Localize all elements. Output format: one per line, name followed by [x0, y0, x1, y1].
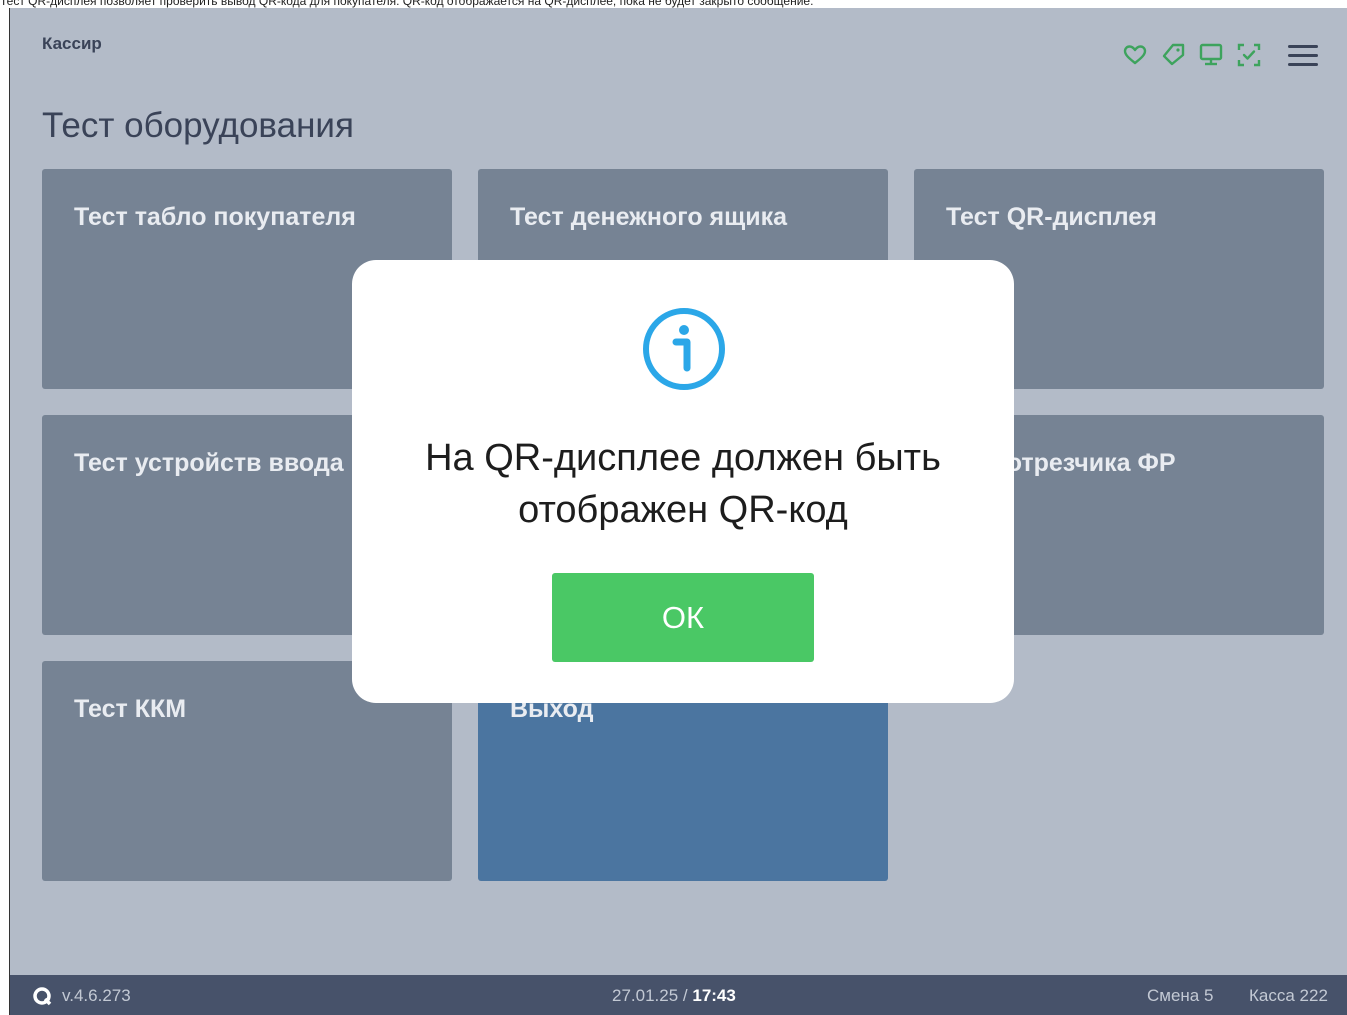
- info-dialog: На QR-дисплее должен быть отображен QR-к…: [352, 260, 1014, 703]
- scan-icon[interactable]: [1236, 42, 1262, 68]
- status-icons: [1122, 42, 1262, 68]
- caption: Тест QR-дисплея позволяет проверить выво…: [0, 0, 1347, 8]
- page-title: Тест оборудования: [42, 106, 354, 145]
- tag-icon[interactable]: [1160, 42, 1186, 68]
- user-label: Кассир: [42, 34, 102, 53]
- tile-label: Тест ККМ: [74, 695, 187, 723]
- tile-label: Тест устройств ввода: [74, 449, 344, 477]
- logo-icon: [33, 987, 52, 1006]
- display-icon[interactable]: [1198, 42, 1224, 68]
- menu-icon-bar: [1288, 54, 1318, 57]
- tile-label: Тест QR-дисплея: [946, 203, 1157, 231]
- dialog-message: На QR-дисплее должен быть отображен QR-к…: [372, 432, 994, 536]
- ok-button[interactable]: ОК: [552, 573, 814, 662]
- date-time-separator: /: [678, 986, 693, 1005]
- dialog-message-line2: отображен QR-код: [518, 489, 848, 531]
- date-time: 27.01.25 / 17:43: [612, 986, 736, 1006]
- app-screen: Кассир Тест оборудования Тест табло поку…: [9, 8, 1347, 1015]
- footer: v.4.6.273 27.01.25 / 17:43 Смена 5 Касса…: [10, 975, 1347, 1015]
- shift-label: Смена 5: [1147, 986, 1214, 1005]
- menu-icon-bar: [1288, 63, 1318, 66]
- version-label: v.4.6.273: [62, 986, 131, 1005]
- tile-label: Тест денежного ящика: [510, 203, 788, 231]
- tile-label: Тест табло покупателя: [74, 203, 356, 231]
- info-icon: [643, 308, 725, 390]
- heart-icon[interactable]: [1122, 42, 1148, 68]
- menu-button[interactable]: [1286, 42, 1320, 70]
- date: 27.01.25: [612, 986, 679, 1005]
- time: 17:43: [692, 986, 736, 1005]
- dialog-message-line1: На QR-дисплее должен быть: [425, 437, 941, 479]
- register-label: Касса 222: [1249, 986, 1328, 1005]
- caption-text: Тест QR-дисплея позволяет проверить выво…: [0, 0, 814, 8]
- menu-icon: [1288, 45, 1318, 48]
